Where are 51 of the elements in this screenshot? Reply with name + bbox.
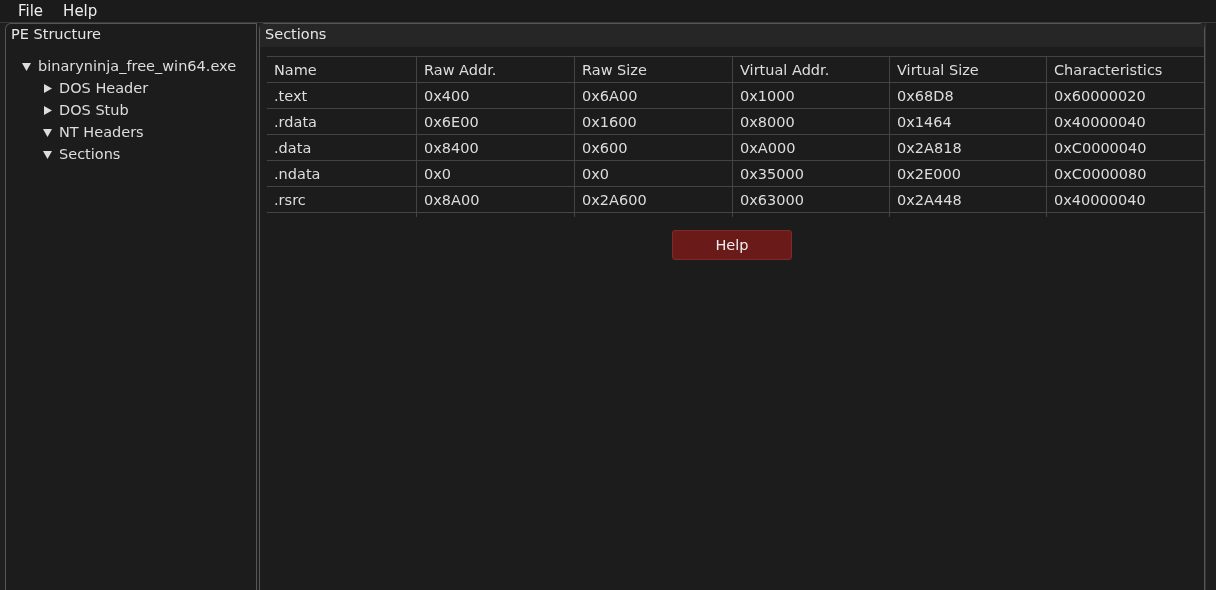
table-cell: 0x1000	[733, 83, 890, 109]
table-cell: 0x2A600	[575, 187, 733, 213]
tree-item[interactable]: DOS Stub	[59, 102, 129, 118]
table-cell: 0x2A448	[890, 187, 1047, 213]
table-cell: 0x63000	[733, 187, 890, 213]
expanded-arrow-icon[interactable]	[43, 149, 52, 159]
table-cell: .rsrc	[267, 187, 417, 213]
menu-item[interactable]: Help	[55, 2, 106, 20]
table-cell: .data	[267, 135, 417, 161]
table-cell: 0xA000	[733, 135, 890, 161]
table-cell: 0x6A00	[575, 83, 733, 109]
table-cell: 0x1600	[575, 109, 733, 135]
column-header[interactable]: Name	[267, 57, 417, 83]
table-cell: 0x40000040	[1047, 109, 1204, 135]
table-cell: 0xC0000080	[1047, 161, 1204, 187]
tree-item[interactable]: Sections	[59, 146, 121, 162]
table-cell: 0x0	[417, 161, 575, 187]
tree-item[interactable]: NT Headers	[59, 124, 144, 140]
expanded-arrow-icon[interactable]	[43, 127, 52, 137]
panel-title: PE Structure	[10, 25, 102, 44]
table-cell: .text	[267, 83, 417, 109]
table-cell: 0x6E00	[417, 109, 575, 135]
help-button[interactable]: Help	[672, 230, 792, 260]
table-cell: .rdata	[267, 109, 417, 135]
column-header[interactable]: Raw Size	[575, 57, 733, 83]
table-cell: 0x8000	[733, 109, 890, 135]
tree-item[interactable]: binaryninja_free_win64.exe	[38, 58, 237, 74]
table-cell: 0x60000020	[1047, 83, 1204, 109]
table-cell: 0x40000040	[1047, 187, 1204, 213]
column-header[interactable]: Raw Addr.	[417, 57, 575, 83]
table-cell: 0x35000	[733, 161, 890, 187]
collapsed-arrow-icon[interactable]	[43, 105, 52, 115]
table-cell: 0x2E000	[890, 161, 1047, 187]
table-cell: 0x600	[575, 135, 733, 161]
table-cell: 0x68D8	[890, 83, 1047, 109]
table-cell: 0x8400	[417, 135, 575, 161]
table-cell: 0xC0000040	[1047, 135, 1204, 161]
column-header[interactable]: Virtual Addr.	[733, 57, 890, 83]
table-cell: 0x8A00	[417, 187, 575, 213]
table-cell: 0x1464	[890, 109, 1047, 135]
table-cell: 0x0	[575, 161, 733, 187]
collapsed-arrow-icon[interactable]	[43, 83, 52, 93]
expanded-arrow-icon[interactable]	[22, 61, 31, 71]
tree-item[interactable]: DOS Header	[59, 80, 149, 96]
table-cell: .ndata	[267, 161, 417, 187]
table-cell: 0x2A818	[890, 135, 1047, 161]
panel-title: Sections	[260, 24, 1204, 47]
menu-item[interactable]: File	[10, 2, 52, 20]
column-header[interactable]: Virtual Size	[890, 57, 1047, 83]
table-cell: 0x400	[417, 83, 575, 109]
column-header[interactable]: Characteristics	[1047, 57, 1204, 83]
